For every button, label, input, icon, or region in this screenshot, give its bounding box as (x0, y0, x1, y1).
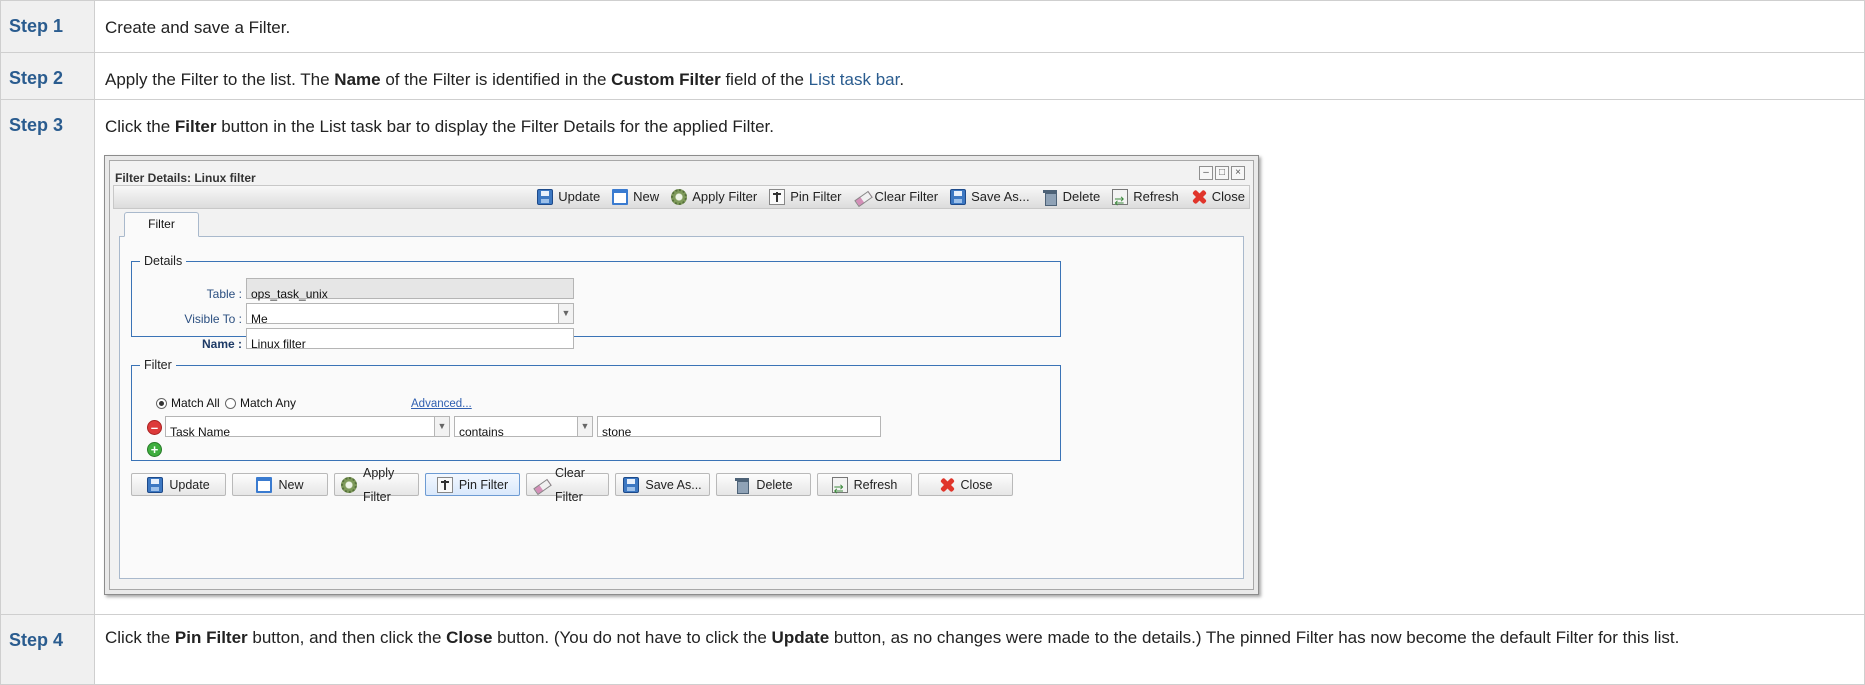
clear-filter-button[interactable]: Clear Filter (526, 466, 609, 504)
save-disk-icon (147, 476, 164, 493)
filter-legend: Filter (144, 358, 172, 372)
filter-fieldset: Filter Match All Match Any Advanced... –… (131, 353, 1061, 461)
filter-details-screenshot: Filter Details: Linux filter – □ × Updat… (104, 155, 1259, 595)
step-4-label: Step 4 (0, 614, 95, 685)
new-button[interactable]: New (232, 473, 328, 496)
refresh-icon (831, 476, 848, 501)
visible-to-select[interactable]: Me ▼ (246, 303, 574, 326)
add-condition-icon[interactable]: + (147, 442, 162, 457)
window-controls: – □ × (1199, 166, 1245, 180)
match-any-radio[interactable]: Match Any (225, 391, 296, 415)
condition-value-field[interactable]: stone (597, 416, 881, 439)
condition-operator-select[interactable]: contains ▼ (454, 416, 593, 439)
toolbar-delete-button[interactable]: Delete (1042, 185, 1100, 209)
new-window-icon (256, 476, 273, 493)
toolbar-refresh-button[interactable]: Refresh (1112, 185, 1179, 213)
save-disk-icon (537, 189, 554, 205)
window-title: Filter Details: Linux filter (115, 171, 256, 185)
save-disk-icon (623, 476, 640, 493)
delete-button[interactable]: Delete (716, 473, 811, 496)
eraser-icon (854, 189, 870, 205)
new-window-icon (612, 189, 629, 205)
chevron-down-icon[interactable]: ▼ (558, 303, 574, 324)
bottom-button-bar: Update New Apply Filter Pin Filter Clear… (131, 466, 1013, 504)
filter-details-window: Filter Details: Linux filter – □ × Updat… (109, 160, 1254, 590)
toolbar-update-button[interactable]: Update (537, 185, 600, 209)
pin-icon (769, 189, 786, 205)
trash-icon (734, 477, 750, 494)
filter-panel: Details Table : ops_task_unix Visible To… (119, 237, 1244, 579)
remove-condition-icon[interactable]: – (147, 420, 162, 435)
trash-icon (1042, 189, 1058, 206)
advanced-link[interactable]: Advanced... (411, 392, 472, 416)
step-3-text: Click the Filter button in the List task… (105, 117, 774, 136)
table-label: Table : (206, 287, 242, 301)
name-field[interactable]: Linux filter (246, 328, 574, 351)
save-disk-icon (950, 189, 967, 205)
step-3-content: Click the Filter button in the List task… (94, 99, 1865, 615)
chevron-down-icon[interactable]: ▼ (577, 416, 593, 437)
close-window-icon[interactable]: × (1231, 166, 1245, 180)
update-button[interactable]: Update (131, 473, 226, 496)
details-fieldset: Details Table : ops_task_unix Visible To… (131, 249, 1061, 351)
toolbar-pin-filter-button[interactable]: Pin Filter (769, 185, 842, 209)
pin-filter-button[interactable]: Pin Filter (425, 473, 520, 496)
toolbar-close-button[interactable]: Close (1191, 185, 1245, 209)
condition-field-select[interactable]: Task Name ▼ (165, 416, 450, 439)
minimize-icon[interactable]: – (1199, 166, 1213, 180)
radio-unselected-icon (225, 397, 236, 409)
step-2-text: Apply the Filter to the list. The Name o… (94, 52, 1865, 100)
step-4-text: Click the Pin Filter button, and then cl… (94, 614, 1865, 685)
pin-icon (436, 476, 453, 493)
apply-filter-button[interactable]: Apply Filter (334, 466, 419, 504)
save-as-button[interactable]: Save As... (615, 473, 710, 496)
table-field: ops_task_unix (246, 278, 574, 301)
list-task-bar-link[interactable]: List task bar (809, 70, 900, 89)
match-all-radio[interactable]: Match All (156, 391, 220, 415)
close-x-icon (939, 477, 955, 493)
chevron-down-icon[interactable]: ▼ (434, 416, 450, 437)
step-3-label: Step 3 (0, 99, 95, 615)
visible-to-label: Visible To : (184, 312, 242, 326)
tab-strip: Filter (119, 210, 1244, 237)
tab-filter[interactable]: Filter (124, 212, 199, 237)
step-1-label: Step 1 (0, 0, 95, 53)
refresh-button[interactable]: Refresh (817, 473, 912, 501)
radio-selected-icon (156, 397, 167, 409)
step-2-label: Step 2 (0, 52, 95, 100)
toolbar-apply-filter-button[interactable]: Apply Filter (671, 185, 757, 209)
details-legend: Details (144, 254, 183, 268)
close-x-icon (1191, 189, 1207, 205)
close-button[interactable]: Close (918, 473, 1013, 496)
maximize-icon[interactable]: □ (1215, 166, 1229, 180)
gear-icon (671, 189, 688, 205)
eraser-icon (533, 477, 549, 493)
gear-icon (341, 476, 357, 493)
toolbar-new-button[interactable]: New (612, 185, 659, 209)
step-1-text: Create and save a Filter. (94, 0, 1865, 53)
toolbar-save-as-button[interactable]: Save As... (950, 185, 1030, 209)
window-toolbar: Update New Apply Filter Pin Filter Clear… (113, 185, 1250, 213)
toolbar-clear-filter-button[interactable]: Clear Filter (854, 185, 939, 209)
refresh-icon (1112, 189, 1129, 213)
